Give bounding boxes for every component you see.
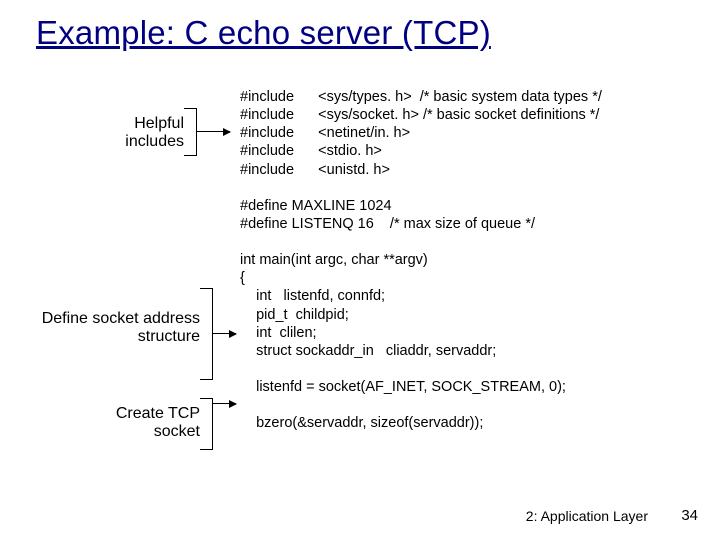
footer-label: 2: Application Layer	[526, 508, 648, 524]
arrow-icon	[212, 333, 236, 334]
annotation-define-socket: Define socket address structure	[30, 310, 200, 347]
page-number: 34	[681, 507, 698, 524]
annotation-helpful-includes: Helpful includes	[74, 115, 184, 152]
slide-title: Example: C echo server (TCP)	[36, 14, 491, 52]
arrow-icon	[212, 403, 236, 404]
code-block: #include <sys/types. h> /* basic system …	[240, 88, 602, 432]
annotation-create-socket: Create TCP socket	[88, 405, 200, 442]
bracket-icon	[200, 288, 213, 380]
bracket-icon	[200, 398, 213, 450]
slide: Example: C echo server (TCP) Helpful inc…	[0, 0, 720, 540]
bracket-icon	[184, 108, 197, 156]
arrow-icon	[196, 131, 230, 132]
